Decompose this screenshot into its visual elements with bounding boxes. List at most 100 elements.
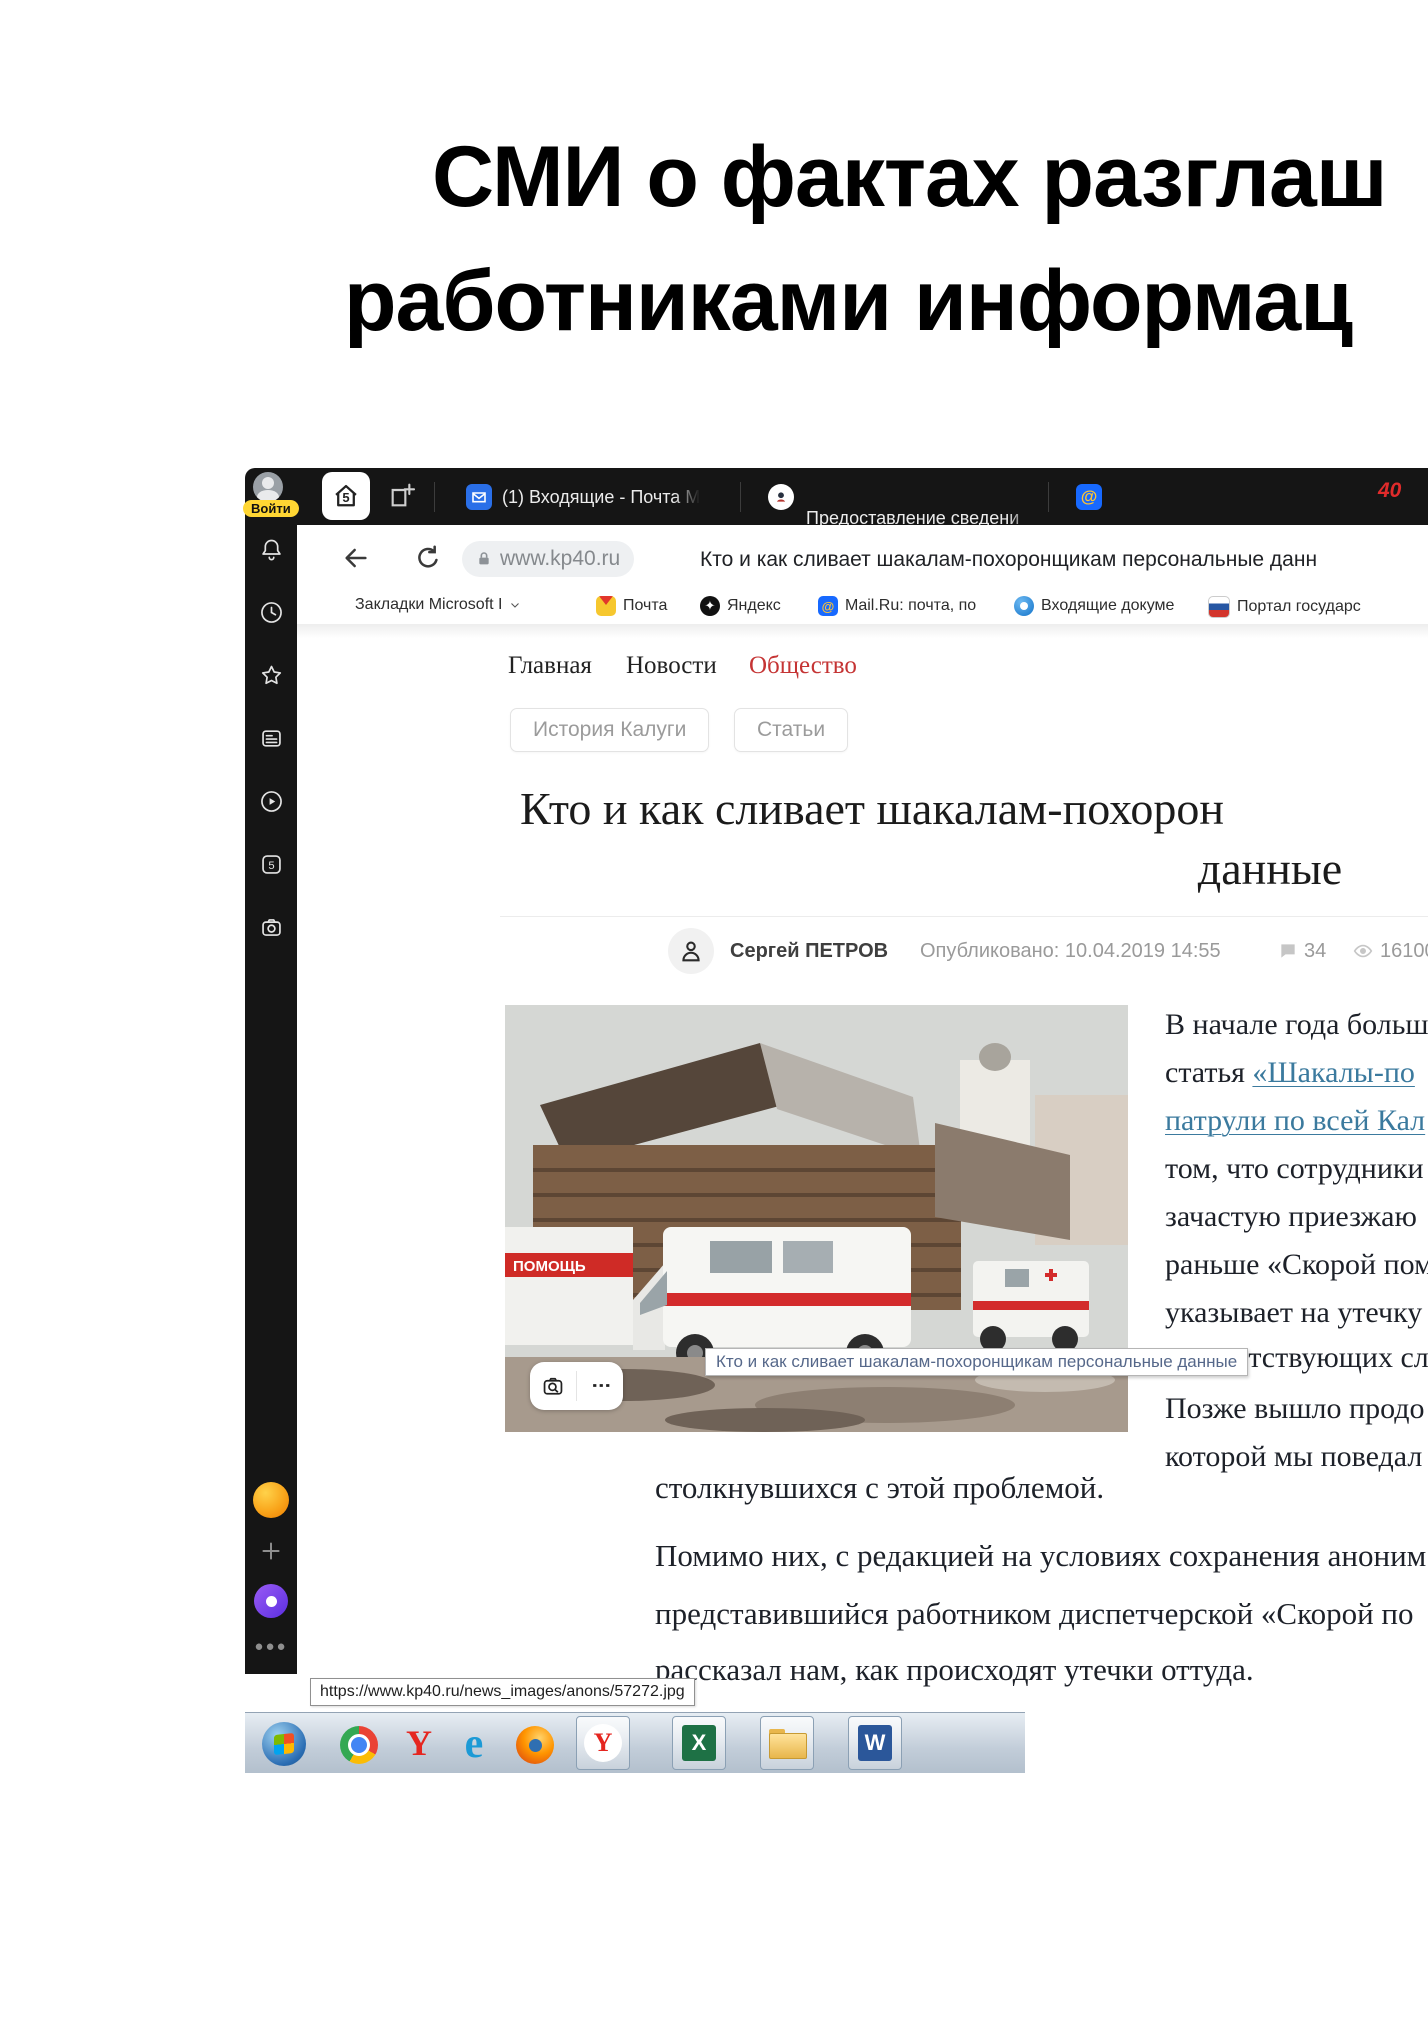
notifications-bell-icon[interactable] xyxy=(258,536,285,563)
yandex-browser-circle-icon: Y xyxy=(584,1724,622,1762)
camera-search-icon xyxy=(540,1373,566,1399)
home-tabs-button[interactable]: 5 xyxy=(322,472,370,520)
status-url-bar: https://www.kp40.ru/news_images/anons/57… xyxy=(310,1678,695,1706)
site-nav-home[interactable]: Главная xyxy=(508,652,592,680)
person-icon xyxy=(677,937,705,965)
published-date: Опубликовано: 10.04.2019 14:55 xyxy=(920,940,1221,963)
bookmark-label: Mail.Ru: почта, по xyxy=(845,597,976,615)
explorer-folder-taskbar-button[interactable] xyxy=(760,1716,814,1770)
video-play-icon[interactable] xyxy=(258,788,285,815)
address-url: www.kp40.ru xyxy=(500,547,620,571)
article-paragraph-line: рассказал нам, как происходят утечки отт… xyxy=(655,1652,1254,1688)
chevron-down-icon xyxy=(509,599,521,611)
article-title-line1: Кто и как сливает шакалам-похорон xyxy=(520,782,1224,835)
avatar-head-icon xyxy=(262,477,274,489)
article-line: указывает на утечку xyxy=(1165,1296,1422,1330)
document-service-icon xyxy=(1014,596,1034,616)
article-line: В начале года больш xyxy=(1165,1008,1428,1042)
author-name[interactable]: Сергей ПЕТРОВ xyxy=(730,940,888,963)
slide-page: СМИ о фактах разглаш работниками информа… xyxy=(0,0,1428,2018)
tab-divider xyxy=(1048,482,1049,512)
yandex-browser-logo-icon[interactable] xyxy=(253,1482,289,1518)
bookmarks-folder[interactable]: Закладки Microsoft I xyxy=(355,596,521,614)
tab-count-square-icon[interactable]: 5 xyxy=(258,851,285,878)
gosuslugi-emblem-icon xyxy=(768,484,794,510)
bookmark-vhodyashchie[interactable]: Входящие докуме xyxy=(1014,596,1174,616)
screenshot-camera-icon[interactable] xyxy=(258,914,285,941)
article-link[interactable]: патрули по всей Кал xyxy=(1165,1104,1425,1138)
site-nav-society[interactable]: Общество xyxy=(749,652,857,680)
new-tab-icon xyxy=(386,480,418,512)
slide-title-line2: работниками информац xyxy=(344,252,1352,351)
article-line: зачастую приезжаю xyxy=(1165,1200,1417,1234)
kp40-favicon: 40 xyxy=(1378,479,1401,503)
image-search-button[interactable] xyxy=(530,1373,576,1399)
author-avatar xyxy=(668,928,714,974)
article-link[interactable]: «Шакалы-по xyxy=(1252,1056,1414,1089)
login-button[interactable]: Войти xyxy=(243,500,299,517)
views-eye-icon xyxy=(1352,941,1374,961)
word-taskbar-button[interactable]: W xyxy=(848,1716,902,1770)
history-clock-icon[interactable] xyxy=(258,599,285,626)
mail-envelope-icon xyxy=(596,596,616,616)
sidebar-more-dots-icon[interactable]: ●●● xyxy=(254,1638,287,1655)
photo-actions-pill: ⋮ xyxy=(530,1362,623,1410)
bookmark-label: Портал государс xyxy=(1237,598,1361,616)
yandex-browser-taskbar-button[interactable]: Y xyxy=(576,1716,630,1770)
sidebar-add-icon[interactable] xyxy=(258,1538,284,1564)
tab-mail-inbox[interactable]: (1) Входящие - Почта Mail xyxy=(502,487,700,508)
folder-icon xyxy=(769,1729,805,1757)
start-button[interactable] xyxy=(262,1722,306,1766)
svg-text:5: 5 xyxy=(268,860,274,872)
bookmark-pochta[interactable]: Почта xyxy=(596,596,667,616)
article-line: Позже вышло продо xyxy=(1165,1392,1424,1426)
site-nav-news[interactable]: Новости xyxy=(626,652,717,680)
bookmark-label: Входящие докуме xyxy=(1041,597,1174,615)
new-tab-button[interactable] xyxy=(386,480,418,517)
content-top-shadow xyxy=(297,624,1428,638)
news-feed-icon[interactable] xyxy=(258,725,285,752)
bookmark-mailru[interactable]: @ Mail.Ru: почта, по xyxy=(818,596,976,616)
home-tab-count: 5 xyxy=(342,490,349,505)
sidebar-bottom-rail: ●●● xyxy=(245,1482,297,1655)
russian-flag-icon xyxy=(1208,596,1230,618)
article-paragraph-line: Помимо них, с редакцией на условиях сохр… xyxy=(655,1538,1426,1574)
firefox-icon[interactable] xyxy=(516,1726,554,1764)
article-paragraph-line: столкнувшихся с этой проблемой. xyxy=(655,1470,1104,1506)
article-line: раньше «Скорой пом xyxy=(1165,1248,1428,1282)
word-icon: W xyxy=(858,1725,892,1761)
bookmarks-star-icon[interactable] xyxy=(258,662,285,689)
mailru-envelope-icon xyxy=(466,484,492,510)
yandex-y-icon[interactable]: Y xyxy=(398,1722,440,1766)
chrome-icon[interactable] xyxy=(340,1726,378,1764)
internet-explorer-icon[interactable]: e xyxy=(452,1722,496,1766)
slide-title-line1: СМИ о фактах разглаш xyxy=(432,128,1387,227)
windows-flag-icon xyxy=(274,1733,294,1755)
address-bar[interactable]: www.kp40.ru xyxy=(462,541,634,577)
bookmark-label: Почта xyxy=(623,597,667,615)
bookmarks-folder-label: Закладки Microsoft I xyxy=(355,596,502,614)
back-button[interactable] xyxy=(340,542,372,574)
address-page-title: Кто и как сливает шакалам-похоронщикам п… xyxy=(700,548,1428,572)
excel-icon: X xyxy=(682,1725,716,1761)
excel-taskbar-button[interactable]: X xyxy=(672,1716,726,1770)
tag-istoriya-kalugi[interactable]: История Калуги xyxy=(510,708,709,752)
mailru-agent-at-icon: @ xyxy=(1076,484,1102,510)
lock-icon xyxy=(476,550,492,568)
views-count: 16100 xyxy=(1380,940,1428,963)
article-line: том, что сотрудники xyxy=(1165,1152,1424,1186)
comments-count[interactable]: 34 xyxy=(1304,940,1326,963)
bookmark-gosportal[interactable]: Портал государс xyxy=(1208,596,1428,618)
profile-avatar[interactable] xyxy=(253,472,283,502)
tag-stati[interactable]: Статьи xyxy=(734,708,848,752)
bookmark-yandex[interactable]: ✦ Яндекс xyxy=(700,596,781,616)
alice-assistant-icon[interactable] xyxy=(254,1584,288,1618)
reload-button[interactable] xyxy=(412,542,444,574)
mailru-at-icon: @ xyxy=(818,596,838,616)
title-divider xyxy=(500,916,1428,917)
van-label-text: ПОМОЩЬ xyxy=(513,1258,586,1275)
tab-divider xyxy=(740,482,741,512)
article-paragraph-line: представившийся работником диспетчерской… xyxy=(655,1596,1414,1632)
photo-menu-button[interactable]: ⋮ xyxy=(577,1376,623,1396)
article-title-line2: данные xyxy=(1160,842,1380,895)
